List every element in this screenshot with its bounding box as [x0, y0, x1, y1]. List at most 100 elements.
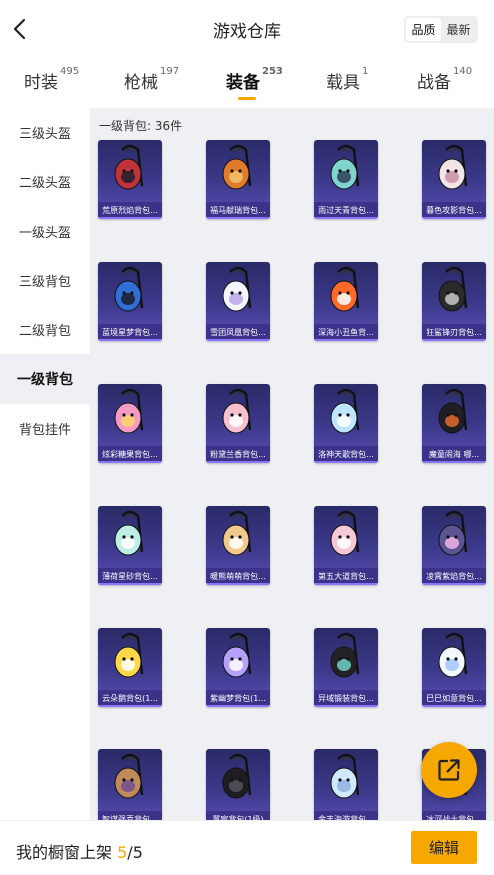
card-accent-stripe: [98, 461, 162, 463]
tab-label: 载具: [326, 73, 360, 93]
header: 游戏仓库 品质 最新: [0, 0, 494, 58]
backpack-item-card[interactable]: 云朵鹅背包(1...: [98, 628, 162, 707]
card-accent-stripe: [314, 217, 378, 219]
card-accent-stripe: [314, 705, 378, 707]
backpack-item-card[interactable]: 粉黛兰香背包...: [206, 384, 270, 463]
sort-option-quality[interactable]: 品质: [406, 18, 441, 41]
backpack-item-card[interactable]: 魔童闹海 哪...: [422, 384, 486, 463]
backpack-item-card[interactable]: 第五大道背包...: [314, 506, 378, 585]
tab-count: 140: [453, 66, 473, 77]
fire-demon-backpack-icon: [114, 144, 144, 190]
card-accent-stripe: [314, 461, 378, 463]
showcase-total: 5: [132, 843, 143, 862]
backpack-item-card[interactable]: 冀宸背包(1级): [206, 749, 270, 820]
shark-backpack-icon: [438, 266, 468, 312]
item-name: 智谋强喜背包...: [98, 811, 162, 820]
bat-backpack-icon: [438, 144, 468, 190]
sidebar-item-backpack-3[interactable]: 三级背包: [0, 256, 90, 305]
backpack-item-card[interactable]: 雪团凤凰背包...: [206, 262, 270, 341]
mint-backpack-icon: [114, 510, 144, 556]
sort-option-latest[interactable]: 最新: [441, 18, 476, 41]
card-accent-stripe: [314, 339, 378, 341]
backpack-item-card[interactable]: 智谋强喜背包...: [98, 749, 162, 820]
tab-count: 1: [362, 66, 369, 77]
backpack-item-card[interactable]: 暖熊萌萌背包...: [206, 506, 270, 585]
tab-count: 197: [160, 66, 180, 77]
showcase-label: 我的橱窗上架: [16, 843, 113, 862]
backpack-item-card[interactable]: 巳巳如意背包...: [422, 628, 486, 707]
sidebar-item-helmet-3[interactable]: 三级头盔: [0, 108, 90, 157]
card-accent-stripe: [422, 461, 486, 463]
share-button[interactable]: [421, 742, 477, 798]
tab-fashion[interactable]: 时装495: [24, 66, 80, 93]
sidebar: 三级头盔 二级头盔 一级头盔 三级背包 二级背包 一级背包 背包挂件: [0, 108, 90, 820]
sort-toggle[interactable]: 品质 最新: [404, 16, 478, 43]
card-accent-stripe: [206, 583, 270, 585]
bottom-bar: 我的橱窗上架 5/5 编辑: [0, 820, 494, 875]
tab-vehicles[interactable]: 载具1: [326, 66, 369, 93]
tab-count: 253: [262, 66, 283, 77]
backpack-item-card[interactable]: 薄荷星砂背包...: [98, 506, 162, 585]
snowball-backpack-icon: [222, 266, 252, 312]
backpack-item-card[interactable]: 金丰海游背包...: [314, 749, 378, 820]
tab-label: 装备: [226, 73, 260, 93]
backpack-item-card[interactable]: 雨过天青背包...: [314, 140, 378, 219]
backpack-item-card[interactable]: 凌霄紫焰背包...: [422, 506, 486, 585]
bear-backpack-icon: [222, 510, 252, 556]
card-accent-stripe: [98, 217, 162, 219]
edit-button[interactable]: 编辑: [411, 831, 477, 864]
black-tactical-backpack-icon: [222, 753, 252, 799]
card-accent-stripe: [314, 583, 378, 585]
backpack-item-card[interactable]: 蓝境星梦背包...: [98, 262, 162, 341]
snake-backpack-icon: [438, 632, 468, 678]
tab-supplies[interactable]: 战备140: [417, 66, 473, 93]
backpack-item-card[interactable]: 狂鲨锋刃背包...: [422, 262, 486, 341]
backpack-item-card[interactable]: 暮色攻影背包...: [422, 140, 486, 219]
sidebar-item-backpack-charm[interactable]: 背包挂件: [0, 404, 90, 453]
backpack-item-card[interactable]: 紫幽梦背包(1...: [206, 628, 270, 707]
nezha-backpack-icon: [438, 388, 468, 434]
card-accent-stripe: [206, 339, 270, 341]
purple-flame-backpack-icon: [438, 510, 468, 556]
card-accent-stripe: [422, 705, 486, 707]
section-title: 一级背包: 36件: [99, 119, 183, 133]
item-name: 金丰海游背包...: [314, 811, 378, 820]
sidebar-item-backpack-1[interactable]: 一级背包: [0, 354, 90, 404]
bunny-backpack-icon: [330, 388, 360, 434]
backpack-item-card[interactable]: 炫彩糖果背包...: [98, 384, 162, 463]
card-accent-stripe: [422, 217, 486, 219]
celadon-backpack-icon: [330, 144, 360, 190]
tab-guns[interactable]: 枪械197: [124, 66, 180, 93]
tab-label: 时装: [24, 73, 58, 93]
tab-label: 枪械: [124, 73, 158, 93]
card-accent-stripe: [206, 217, 270, 219]
showcase-current: 5: [117, 843, 128, 862]
donut-backpack-icon: [114, 388, 144, 434]
sidebar-item-helmet-1[interactable]: 一级头盔: [0, 207, 90, 256]
jellyfish-backpack-icon: [330, 753, 360, 799]
card-accent-stripe: [98, 339, 162, 341]
card-accent-stripe: [422, 339, 486, 341]
exotic-backpack-icon: [330, 632, 360, 678]
tab-equipment[interactable]: 装备253: [226, 66, 283, 100]
category-tabs: 时装495 枪械197 装备253 载具1 战备140: [0, 62, 494, 104]
active-tab-underline: [238, 97, 256, 100]
card-accent-stripe: [98, 583, 162, 585]
backpack-item-card[interactable]: 荒原烈焰背包...: [98, 140, 162, 219]
item-name: 冰河战士背包...: [422, 811, 486, 820]
sidebar-item-backpack-2[interactable]: 二级背包: [0, 305, 90, 354]
card-accent-stripe: [98, 705, 162, 707]
item-grid-panel: 一级背包: 36件 荒原烈焰背包... 福马献瑞背包... 雨过天青背包... 暮色攻…: [90, 108, 494, 820]
pink-ball-backpack-icon: [222, 388, 252, 434]
clownfish-backpack-icon: [330, 266, 360, 312]
backpack-item-card[interactable]: 深海小丑鱼背...: [314, 262, 378, 341]
backpack-item-card[interactable]: 异域锻装背包...: [314, 628, 378, 707]
sidebar-item-helmet-2[interactable]: 二级头盔: [0, 157, 90, 206]
showcase-status: 我的橱窗上架 5/5: [16, 839, 143, 863]
fortune-horse-backpack-icon: [222, 144, 252, 190]
tab-count: 495: [60, 66, 80, 77]
backpack-item-card[interactable]: 洛神天歌背包...: [314, 384, 378, 463]
backpack-item-card[interactable]: 福马献瑞背包...: [206, 140, 270, 219]
tab-label: 战备: [417, 73, 451, 93]
item-name: 冀宸背包(1级): [206, 811, 270, 820]
